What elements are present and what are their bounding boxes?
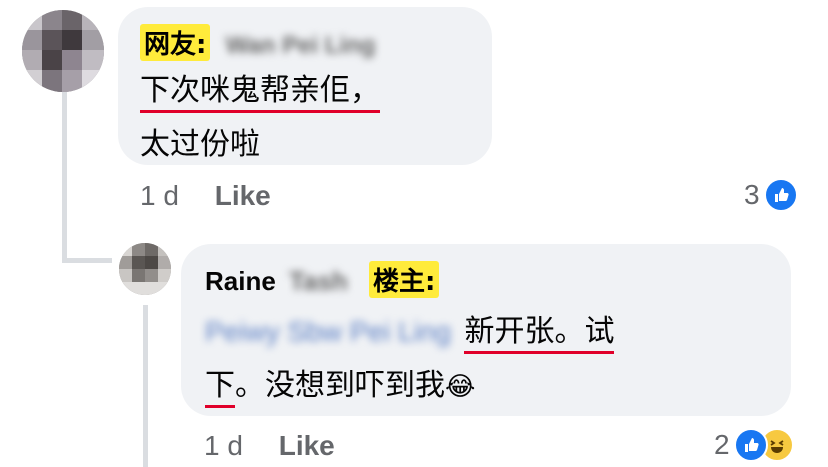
thread-line-vertical [62, 90, 67, 260]
reply-reaction-count: 2 [714, 429, 730, 460]
comment-actions: 1 d Like [140, 180, 271, 212]
comment-header: 网友: Wan Pei Ling [140, 24, 375, 61]
thread-line-curve [62, 258, 112, 263]
like-reaction-icon [733, 428, 768, 462]
reply-reaction-summary[interactable]: 2 [714, 428, 794, 462]
reply-actions: 1 d Like [204, 430, 335, 462]
reply-timestamp[interactable]: 1 d [204, 430, 243, 461]
reply-like-button[interactable]: Like [279, 430, 335, 461]
reply-bubble: Raine Tash 楼主: Peiwy Sbw Pei Ling 新开张。试 … [181, 244, 791, 416]
reply-text-underlined-1: 新开张。试 [464, 314, 615, 354]
reaction-summary[interactable]: 3 [744, 178, 798, 212]
comment-bubble: 网友: Wan Pei Ling 下次咪鬼帮亲佢， 太过份啦 [118, 7, 492, 165]
reply-header: Raine Tash 楼主: [205, 261, 440, 298]
reply-author-name[interactable]: Raine [205, 266, 276, 296]
reply-avatar[interactable] [119, 243, 171, 295]
reaction-count: 3 [744, 179, 760, 210]
comment-text-line-1: 下次咪鬼帮亲佢， [140, 65, 380, 113]
reply-text-line-2: 下。没想到吓到我😂 [205, 360, 476, 408]
comment-text-line-2: 太过份啦 [140, 127, 260, 162]
timestamp[interactable]: 1 d [140, 180, 179, 211]
avatar-pixelated-icon [119, 243, 171, 295]
comment-text-underlined: 下次咪鬼帮亲佢， [140, 73, 380, 113]
laughing-emoji-icon: 😂 [445, 372, 476, 402]
mention-blurred[interactable]: Peiwy Sbw Pei Ling [205, 316, 451, 348]
avatar[interactable] [22, 10, 104, 92]
like-reaction-icon [763, 178, 798, 212]
avatar-pixelated-icon [22, 10, 104, 92]
reply-text-line-1: Peiwy Sbw Pei Ling 新开张。试 [205, 306, 615, 354]
reply-author-blurred[interactable]: Tash [289, 266, 348, 297]
reply-text-rest: 。没想到吓到我 [235, 368, 445, 403]
commenter-tag: 网友: [140, 24, 211, 61]
like-button[interactable]: Like [215, 180, 271, 211]
thread-line-vertical-2 [143, 305, 148, 467]
commenter-name-blurred[interactable]: Wan Pei Ling [226, 32, 376, 60]
reply-text-underlined-2: 下 [205, 368, 235, 408]
author-tag: 楼主: [369, 261, 440, 298]
